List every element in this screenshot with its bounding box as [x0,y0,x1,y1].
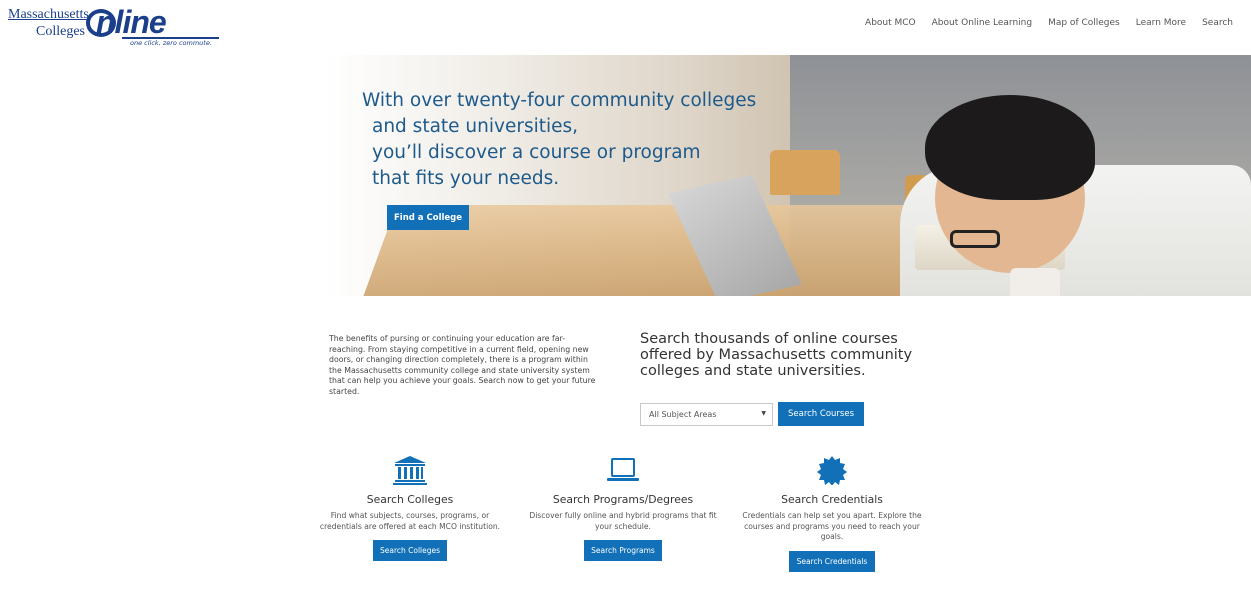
search-colleges-text: Find what subjects, courses, programs, o… [319,511,501,531]
hero-banner: With over twenty-four community colleges… [0,55,1251,296]
search-colleges-title: Search Colleges [366,493,454,506]
hero-line-2: and state universities, [372,116,579,137]
laptop-icon [607,458,639,481]
nav-learn-more[interactable]: Learn More [1136,18,1186,28]
logo-line-colleges: Colleges [36,24,85,39]
search-colleges-button[interactable]: Search Colleges [373,540,447,561]
nav-search[interactable]: Search [1202,18,1233,28]
nav-about-online-learning[interactable]: About Online Learning [932,18,1032,28]
search-credentials-card: Search Credentials Credentials can help … [737,455,927,572]
search-credentials-title: Search Credentials [781,493,883,506]
hero-line-4: that fits your needs. [372,168,560,189]
search-courses-button[interactable]: Search Courses [778,402,864,426]
hero-cup [1010,268,1060,296]
hero-line-1: With over twenty-four community colleges [362,90,757,111]
intro-paragraph: The benefits of pursing or continuing yo… [329,334,596,396]
search-colleges-card: Search Colleges Find what subjects, cour… [313,455,507,561]
nav-map-of-colleges[interactable]: Map of Colleges [1048,18,1120,28]
main-nav: About MCO About Online Learning Map of C… [865,18,1233,28]
nav-about-mco[interactable]: About MCO [865,18,916,28]
select-caret-icon: ▼ [761,410,766,417]
course-search-heading: Search thousands of online courses offer… [640,331,913,379]
logo-online-wordmark: nline [86,4,167,41]
hero-bg-chair [770,150,840,195]
search-credentials-text: Credentials can help set you apart. Expl… [742,511,922,541]
logo-online-word: nline [96,4,167,40]
hero-person-glasses [950,230,1000,248]
subject-area-select[interactable]: All Subject Areas ▼ [640,403,773,426]
site-header: Massachusetts Colleges nline one click, … [0,0,1251,50]
site-logo[interactable]: Massachusetts Colleges nline one click, … [6,4,221,48]
find-a-college-button[interactable]: Find a College [387,205,469,230]
institution-icon [393,456,427,485]
search-programs-title: Search Programs/Degrees [552,493,694,506]
search-programs-button[interactable]: Search Programs [584,540,662,561]
subject-area-select-value: All Subject Areas [649,410,717,419]
logo-line-massachusetts: Massachusetts [8,7,89,22]
search-programs-text: Discover fully online and hybrid program… [529,511,717,531]
badge-icon [817,456,847,485]
search-programs-card: Search Programs/Degrees Discover fully o… [527,455,719,561]
search-credentials-button[interactable]: Search Credentials [789,550,875,572]
hero-headline: With over twenty-four community colleges… [362,88,756,192]
hero-person-hair [925,95,1095,200]
logo-tagline: one click, zero commute. [130,39,212,47]
hero-line-3: you’ll discover a course or program [372,142,701,163]
